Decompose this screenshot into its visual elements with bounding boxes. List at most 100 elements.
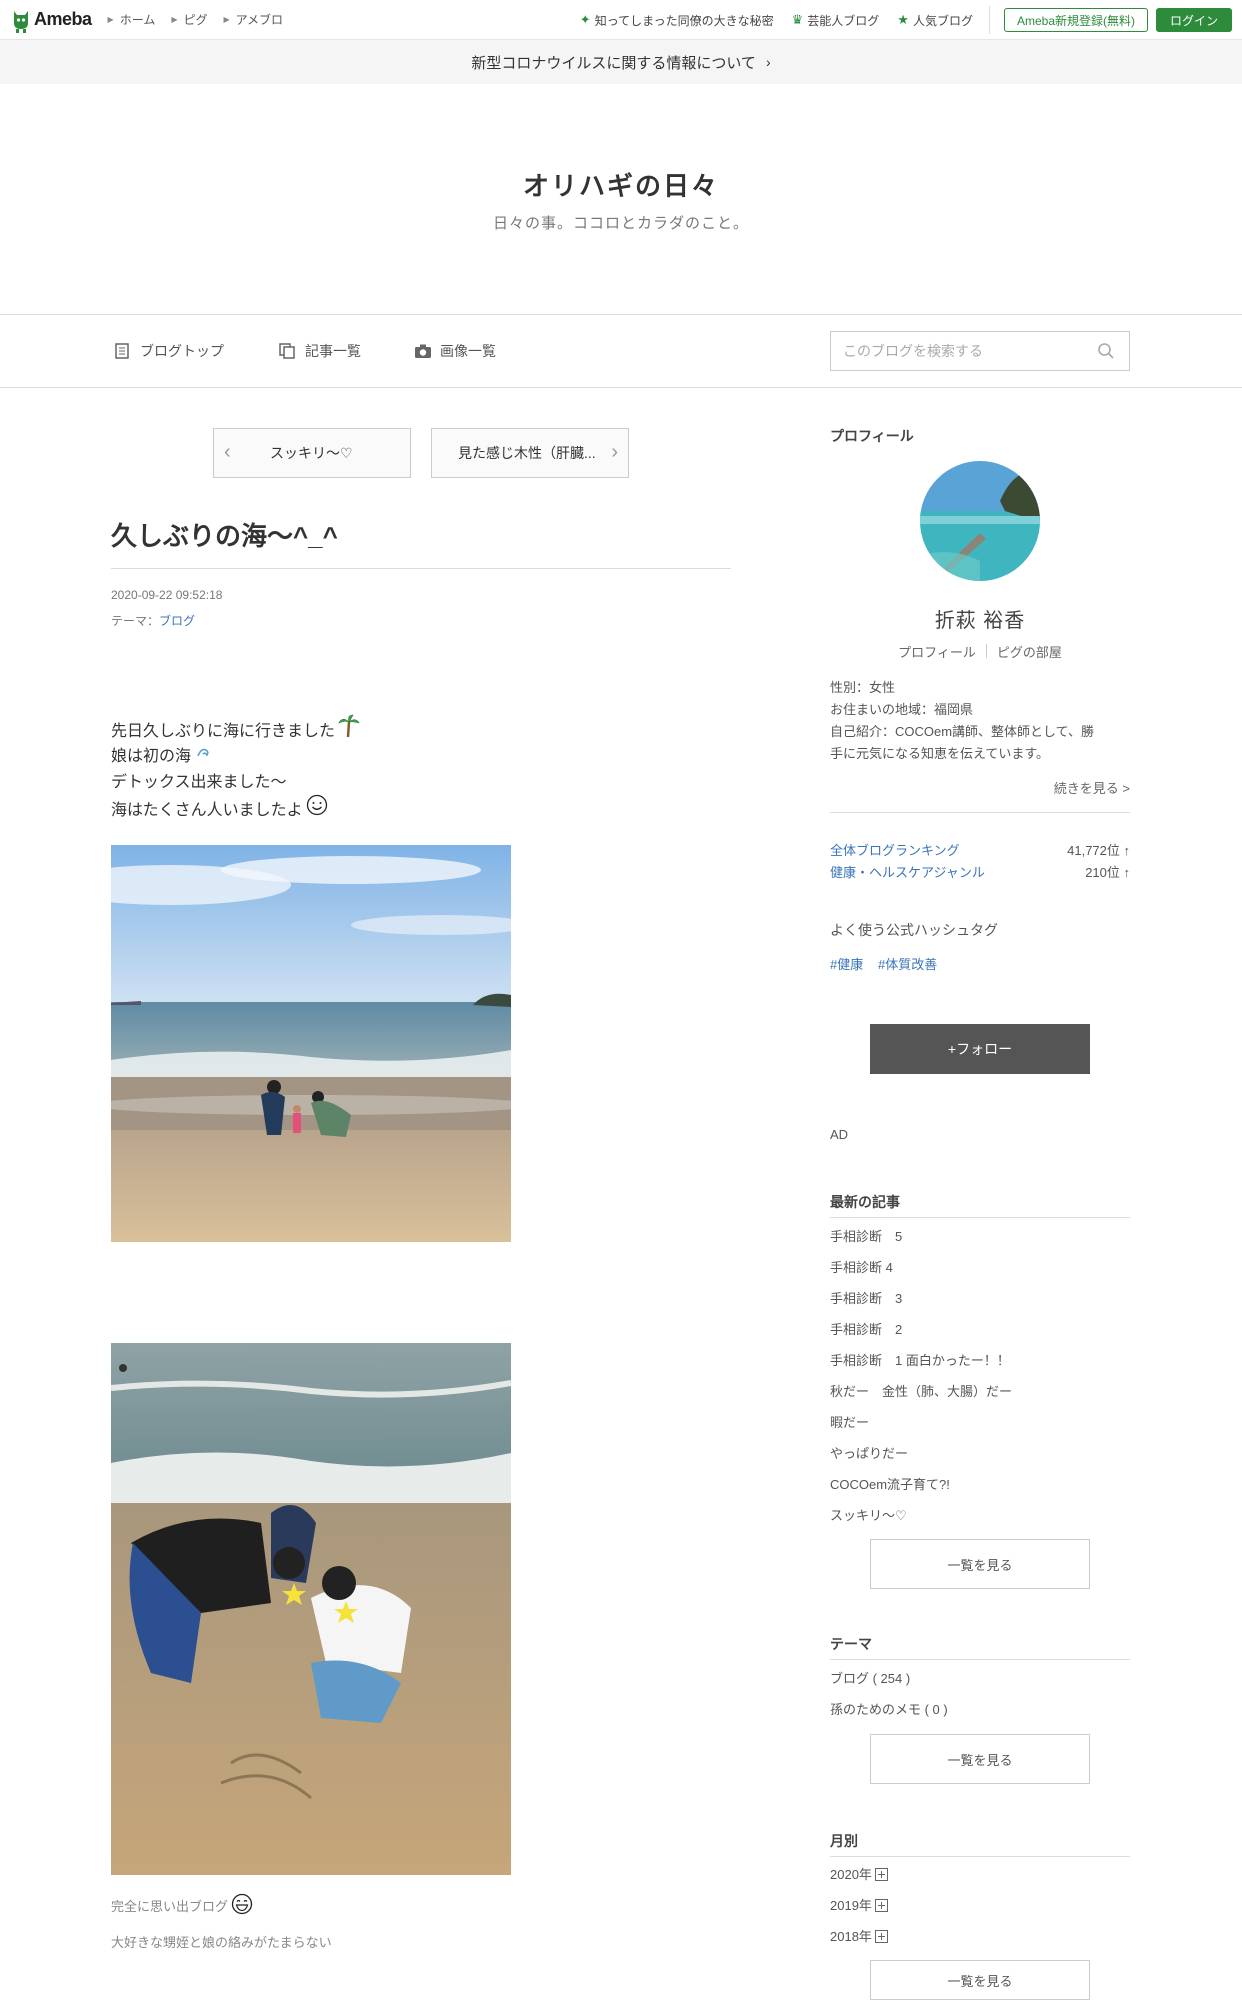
ranking-genre-link[interactable]: 健康・ヘルスケアジャンル [830, 862, 985, 881]
breadcrumb-label: アメブロ [235, 13, 284, 27]
post-title[interactable]: 久しぶりの海〜^_^ [111, 516, 338, 553]
theme-list-button[interactable]: 一覧を見る [870, 1734, 1090, 1784]
theme-prefix: テーマ： [111, 614, 160, 628]
notice-text: 新型コロナウイルスに関する情報について [471, 54, 756, 72]
ad-label: AD [830, 1127, 849, 1142]
recent-article-link[interactable]: 秋だー 金性（肺、大腸）だー [830, 1381, 1012, 1400]
recent-list-button[interactable]: 一覧を見る [870, 1539, 1090, 1589]
expand-plus-icon[interactable] [874, 1868, 888, 1881]
post-line: 娘は初の海 [111, 742, 211, 766]
month-link[interactable]: 2019年 [830, 1895, 888, 1914]
pig-room-link[interactable]: ピグの部屋 [997, 642, 1062, 661]
sparkle-icon: ✦ [579, 12, 591, 27]
ranking-genre: 健康・ヘルスケアジャンル 210位 ↑ [830, 862, 1130, 881]
next-article-button[interactable]: 見た感じ木性（肝臓... › [431, 428, 629, 478]
breadcrumb-ameblo[interactable]: ▶ アメブロ [224, 11, 284, 28]
month-link[interactable]: 2018年 [830, 1926, 888, 1945]
hashtag-constitution[interactable]: #体質改善 [878, 954, 937, 973]
login-button[interactable]: ログイン [1155, 8, 1232, 32]
link-label: 人気ブログ [912, 13, 973, 28]
ameba-mascot-icon [12, 7, 30, 33]
profile-links: プロフィール ピグの部屋 [830, 642, 1130, 661]
prev-article-button[interactable]: ‹ スッキリ〜♡ [213, 428, 411, 478]
nav-blog-top[interactable]: ブログトップ [114, 341, 224, 361]
divider [830, 812, 1130, 813]
crown-icon: ♛ [791, 12, 804, 27]
search-placeholder: このブログを検索する [843, 343, 983, 359]
expand-plus-icon[interactable] [874, 1930, 888, 1943]
post-line: デトックス出来ました〜 [111, 768, 287, 792]
chevron-right-icon: › [611, 441, 618, 463]
nav-image-list[interactable]: 画像一覧 [414, 341, 496, 361]
celebrity-blog-link[interactable]: ♛ 芸能人ブログ [792, 12, 880, 29]
recent-article-link[interactable]: スッキリ〜♡ [830, 1505, 907, 1524]
breadcrumb-pig[interactable]: ▶ ピグ [171, 11, 207, 28]
month-label: 2018年 [830, 1929, 872, 1944]
monthly-list-button[interactable]: 一覧を見る [870, 1960, 1090, 2000]
ameba-logo[interactable]: Ameba [12, 7, 92, 33]
recent-article-link[interactable]: 手相診断 5 [830, 1226, 902, 1245]
beach-photo-2[interactable] [111, 1343, 511, 1875]
divider [830, 1659, 1130, 1660]
popular-blog-link[interactable]: ★ 人気ブログ [897, 12, 973, 29]
recent-article-link[interactable]: 暇だー [830, 1412, 869, 1431]
divider [985, 644, 987, 658]
recent-article-link[interactable]: COCOem流子育て?! [830, 1474, 950, 1493]
expand-plus-icon[interactable] [874, 1899, 888, 1912]
theme-link[interactable]: 孫のためのメモ ( 0 ) [830, 1699, 948, 1718]
link-label: 知ってしまった同僚の大きな秘密 [594, 13, 774, 28]
theme-link[interactable]: ブログ [159, 614, 195, 628]
recent-article-link[interactable]: 手相診断 3 [830, 1288, 902, 1307]
register-button[interactable]: Ameba新規登録(無料) [1003, 8, 1148, 32]
divider [988, 6, 990, 34]
nav-article-list[interactable]: 記事一覧 [279, 341, 361, 361]
covid-notice-link[interactable]: 新型コロナウイルスに関する情報について › [0, 40, 1242, 84]
post-line: 先日久しぶりに海に行きました [111, 714, 360, 743]
avatar[interactable] [920, 461, 1040, 581]
profile-more-link[interactable]: 続きを見る > [1054, 778, 1130, 797]
global-header: Ameba ▶ ホーム ▶ ピグ ▶ アメブロ ✦ 知ってしまった同僚の大きな秘密 ♛ 芸… [0, 0, 1242, 40]
month-link[interactable]: 2020年 [830, 1864, 888, 1883]
post-line-text: デトックス出来ました〜 [111, 774, 287, 791]
secret-story-link[interactable]: ✦ 知ってしまった同僚の大きな秘密 [580, 12, 774, 29]
post-line-text: 娘は初の海 [111, 748, 192, 765]
copy-icon [279, 343, 295, 359]
blog-search-input[interactable]: このブログを検索する [830, 331, 1130, 371]
caption-text: 大好きな甥姪と娘の絡みがたまらない [111, 1935, 332, 1950]
profile-link[interactable]: プロフィール [898, 642, 976, 661]
wave-icon [197, 745, 211, 763]
caret-right-icon: ▶ [223, 15, 230, 24]
breadcrumb-label: ホーム [119, 13, 156, 27]
theme-heading: テーマ [830, 1636, 872, 1652]
monthly-heading: 月別 [830, 1833, 858, 1849]
post-caption: 完全に思い出ブログ [111, 1893, 253, 1918]
recent-article-link[interactable]: 手相診断 4 [830, 1257, 893, 1276]
next-article-label: 見た感じ木性（肝臓... [458, 445, 596, 461]
chevron-left-icon: ‹ [224, 441, 231, 463]
post-line-text: 先日久しぶりに海に行きました [111, 722, 336, 740]
blog-title[interactable]: オリハギの日々 [0, 166, 1242, 203]
profile-name[interactable]: 折萩 裕香 [830, 604, 1130, 633]
recent-article-link[interactable]: 手相診断 1 面白かったー！！ [830, 1350, 1010, 1369]
recent-article-link[interactable]: 手相診断 2 [830, 1319, 902, 1338]
nav-label: 画像一覧 [440, 343, 496, 359]
recent-article-link[interactable]: やっぱりだー [830, 1443, 908, 1462]
ranking-overall-link[interactable]: 全体ブログランキング [830, 840, 960, 859]
profile-gender: 性別：女性 [830, 680, 896, 695]
grin-face-icon [231, 1893, 253, 1918]
search-icon[interactable] [1097, 342, 1115, 360]
follow-button[interactable]: +フォロー [870, 1024, 1090, 1074]
prev-article-label: スッキリ〜♡ [270, 445, 353, 461]
document-icon [114, 343, 130, 359]
ranking-value: 41,772位 ↑ [1067, 843, 1130, 858]
post-line: 海はたくさん人いましたよ [111, 794, 328, 821]
hashtag-health[interactable]: #健康 [830, 954, 863, 973]
breadcrumb-home[interactable]: ▶ ホーム [108, 11, 156, 28]
post-date: 2020-09-22 09:52:18 [111, 588, 223, 602]
theme-link[interactable]: ブログ ( 254 ) [830, 1668, 910, 1687]
blog-header: オリハギの日々 日々の事。ココロとカラダのこと。 [0, 84, 1242, 314]
beach-photo-1[interactable] [111, 845, 511, 1242]
blog-nav: ブログトップ 記事一覧 画像一覧 このブログを検索する [0, 314, 1242, 388]
profile-region: お住まいの地域：福岡県 [830, 702, 974, 717]
profile-intro: 手に元気になる知恵を伝えています。 [830, 746, 1050, 761]
